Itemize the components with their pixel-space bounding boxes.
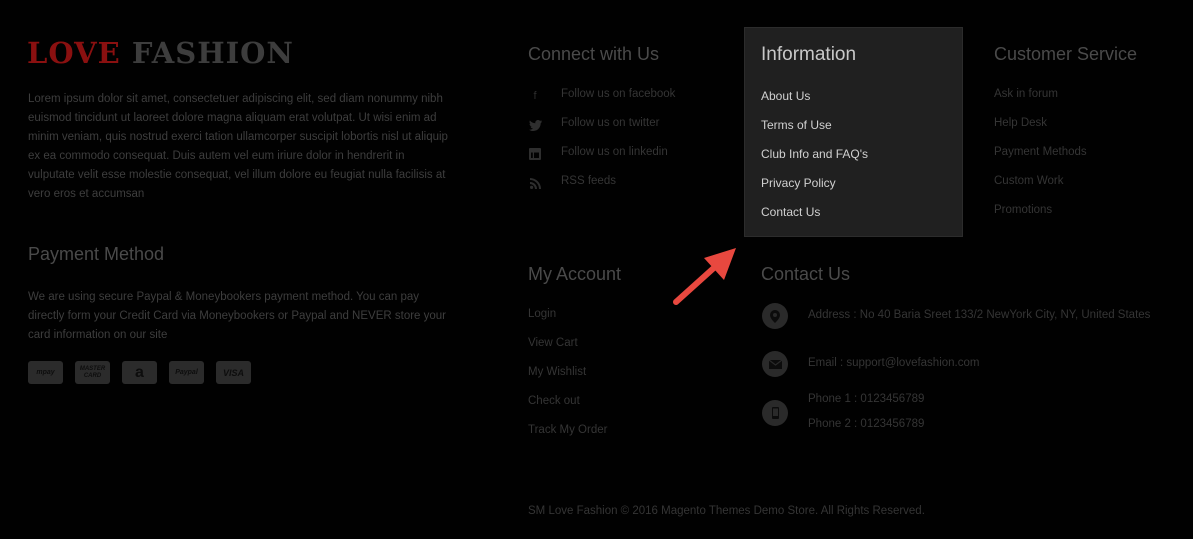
cs-item-forum[interactable]: Ask in forum <box>994 88 1058 100</box>
information-panel: Information About Us Terms of Use Club I… <box>744 27 963 237</box>
connect-item-facebook[interactable]: Follow us on facebook <box>561 88 675 100</box>
customer-service-list: Ask in forum Help Desk Payment Methods C… <box>994 88 1184 228</box>
amazon-card-icon: a <box>122 361 157 384</box>
about-text: Lorem ipsum dolor sit amet, consectetuer… <box>28 93 448 200</box>
contact-phone-1: Phone 1 : 0123456789 <box>808 393 925 405</box>
mpay-card-icon: mpay <box>28 361 63 384</box>
envelope-icon <box>762 351 788 377</box>
contact-email[interactable]: Email : support@lovefashion.com <box>808 357 979 369</box>
information-item-privacy[interactable]: Privacy Policy <box>761 176 836 190</box>
payment-method-title: Payment Method <box>28 244 165 264</box>
cs-item-promotions[interactable]: Promotions <box>994 204 1052 216</box>
linkedin-icon <box>528 147 542 161</box>
account-item-track-order[interactable]: Track My Order <box>528 424 607 436</box>
paypal-card-icon: Paypal <box>169 361 204 384</box>
twitter-icon <box>528 118 542 132</box>
cs-item-payment-methods[interactable]: Payment Methods <box>994 146 1087 158</box>
information-title: Information <box>761 44 857 65</box>
contact-block: Address : No 40 Baria Sreet 133/2 NewYor… <box>762 303 1187 438</box>
mastercard-card-icon: MASTER CARD <box>75 361 110 384</box>
map-pin-icon <box>762 303 788 329</box>
contact-address: Address : No 40 Baria Sreet 133/2 NewYor… <box>808 309 1151 321</box>
account-item-login[interactable]: Login <box>528 308 556 320</box>
information-item-club-info[interactable]: Club Info and FAQ's <box>761 147 868 161</box>
account-item-checkout[interactable]: Check out <box>528 395 580 407</box>
copyright-text: SM Love Fashion © 2016 Magento Themes De… <box>528 505 925 517</box>
account-item-wishlist[interactable]: My Wishlist <box>528 366 586 378</box>
annotation-arrow-icon <box>673 248 736 305</box>
my-account-list: Login View Cart My Wishlist Check out Tr… <box>528 308 728 448</box>
contact-phone-2: Phone 2 : 0123456789 <box>808 418 925 430</box>
information-item-contact[interactable]: Contact Us <box>761 205 820 219</box>
information-item-terms[interactable]: Terms of Use <box>761 118 832 132</box>
connect-list: f Follow us on facebook Follow us on twi… <box>528 88 728 198</box>
connect-item-linkedin[interactable]: Follow us on linkedin <box>561 146 668 158</box>
connect-item-rss[interactable]: RSS feeds <box>561 175 616 187</box>
account-item-view-cart[interactable]: View Cart <box>528 337 578 349</box>
contact-us-title: Contact Us <box>761 264 851 284</box>
customer-service-title: Customer Service <box>994 44 1138 64</box>
mobile-phone-icon <box>762 400 788 426</box>
cs-item-help-desk[interactable]: Help Desk <box>994 117 1047 129</box>
visa-card-icon: VISA <box>216 361 251 384</box>
payment-method-text: We are using secure Paypal & Moneybooker… <box>28 291 447 341</box>
my-account-title: My Account <box>528 264 622 284</box>
information-item-about-us[interactable]: About Us <box>761 89 810 103</box>
cs-item-custom-work[interactable]: Custom Work <box>994 175 1063 187</box>
connect-title: Connect with Us <box>528 44 660 64</box>
brand-logo-part2: FASHION <box>131 36 294 70</box>
brand-logo-part1: LOVE <box>27 36 121 70</box>
connect-item-twitter[interactable]: Follow us on twitter <box>561 117 659 129</box>
rss-icon <box>528 176 542 190</box>
brand-logo[interactable]: LOVE FASHION <box>27 36 294 70</box>
payment-cards: mpay MASTER CARD a Paypal VISA <box>28 361 251 384</box>
facebook-icon: f <box>533 90 537 102</box>
